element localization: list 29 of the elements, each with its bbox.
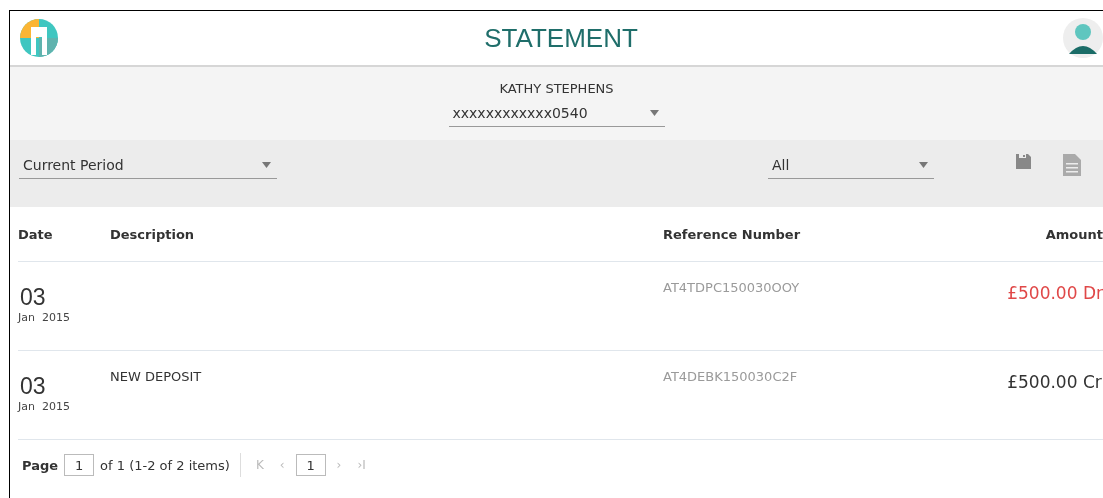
date-month-year: Jan 2015 <box>18 311 71 324</box>
column-header: Amount <box>1007 207 1103 262</box>
page-title: STATEMENT <box>484 22 638 54</box>
user-avatar-icon[interactable] <box>1063 18 1103 58</box>
page-label: Page <box>22 457 59 473</box>
page-input[interactable]: 1 <box>64 454 95 476</box>
type-select[interactable]: All <box>768 154 934 179</box>
date-day: 03 <box>18 373 110 400</box>
document-icon[interactable] <box>1063 154 1081 176</box>
dropdown-caret-icon <box>262 162 271 168</box>
date-month-year: Jan 2015 <box>18 400 71 413</box>
dropdown-caret-icon <box>919 162 928 168</box>
column-header: Description <box>110 207 663 262</box>
reference-text: AT4DEBK150030C2F <box>663 369 799 384</box>
reference-text: AT4TDPC150030OOY <box>663 280 801 295</box>
page-summary: of 1 (1-2 of 2 items) <box>100 457 230 473</box>
dropdown-caret-icon <box>649 109 659 116</box>
date-day: 03 <box>18 284 110 311</box>
period-select[interactable]: Current Period <box>19 154 277 179</box>
amount-text: £500.00 Dr <box>1007 282 1103 303</box>
current-page-button[interactable]: 1 <box>295 454 326 476</box>
account-select[interactable]: xxxxxxxxxxxx0540 <box>448 101 665 127</box>
amount-text: £500.00 Cr <box>1007 371 1103 392</box>
save-icon[interactable] <box>1016 154 1031 169</box>
column-header: Date <box>18 207 110 262</box>
logo-icon <box>19 18 59 58</box>
account-holder: KATHY STEPHENS <box>499 80 614 96</box>
description-text: NEW DEPOSIT <box>110 369 203 384</box>
column-header: Reference Number <box>663 207 1008 262</box>
